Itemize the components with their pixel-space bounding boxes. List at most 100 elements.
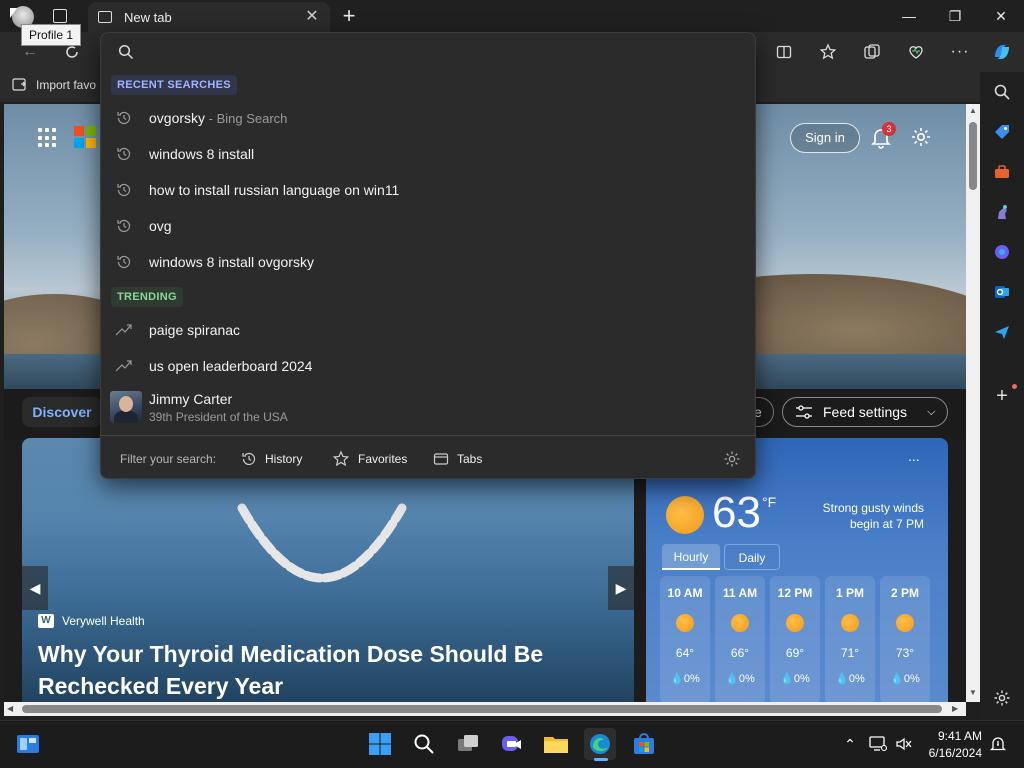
sidebar-search-icon[interactable]: [990, 80, 1014, 104]
suggestion-text: how to install russian language on win11: [149, 182, 400, 198]
horizontal-scrollbar[interactable]: ◀ ▶: [4, 702, 966, 716]
entity-name: Jimmy Carter: [149, 391, 233, 407]
browser-essentials-icon[interactable]: [902, 38, 930, 66]
trending-arrow-icon: [115, 357, 133, 375]
notification-center-bell-icon[interactable]: [986, 728, 1010, 760]
sunny-icon: [731, 614, 749, 632]
filter-favorites-button[interactable]: Favorites: [332, 449, 407, 469]
history-clock-icon: [115, 181, 133, 199]
weather-alert[interactable]: Strong gusty winds begin at 7 PM: [794, 500, 924, 532]
sidebar-settings-gear-icon[interactable]: [990, 686, 1014, 710]
address-bar-dropdown: RECENT SEARCHES ovgorsky - Bing Search w…: [100, 32, 756, 479]
sliders-icon: [796, 405, 812, 419]
clock-date[interactable]: 6/16/2024: [916, 746, 982, 760]
tab-actions-icon[interactable]: [53, 9, 67, 23]
hourly-forecast-item[interactable]: 1 PM 71° 💧0%: [825, 576, 875, 702]
trending-header: TRENDING: [111, 287, 183, 307]
import-icon: [12, 78, 26, 91]
carousel-prev-arrow[interactable]: ◀: [22, 566, 48, 610]
news-headline[interactable]: Why Your Thyroid Medication Dose Should …: [38, 638, 598, 702]
horizontal-scroll-thumb[interactable]: [22, 705, 942, 713]
feed-settings-label: Feed settings: [823, 404, 908, 420]
mouse-cursor-icon: [10, 8, 17, 18]
split-screen-icon[interactable]: [770, 38, 798, 66]
tab-close-button[interactable]: ✕: [302, 7, 322, 27]
trending-item[interactable]: paige spiranac: [101, 312, 755, 348]
hour-rain-chance: 💧0%: [670, 673, 700, 685]
suggestion-item[interactable]: how to install russian language on win11: [101, 172, 755, 208]
filter-tabs-button[interactable]: Tabs: [433, 449, 482, 469]
weather-more-options[interactable]: ...: [908, 448, 920, 464]
new-tab-button[interactable]: +: [338, 2, 360, 30]
outlook-icon[interactable]: [990, 280, 1014, 304]
games-chess-icon[interactable]: [990, 200, 1014, 224]
scroll-up-arrow[interactable]: ▲: [969, 106, 977, 115]
news-source[interactable]: W Verywell Health: [38, 614, 145, 628]
suggestion-source: - Bing Search: [205, 111, 288, 126]
clock-time[interactable]: 9:41 AM: [932, 729, 982, 743]
taskbar-search-icon[interactable]: [408, 728, 440, 760]
scroll-left-arrow[interactable]: ◀: [7, 704, 13, 713]
feed-settings-button[interactable]: Feed settings ⌵: [782, 397, 948, 427]
shopping-tag-icon[interactable]: [990, 120, 1014, 144]
suggestion-item[interactable]: ovg: [101, 208, 755, 244]
minimize-button[interactable]: —: [886, 0, 932, 32]
widgets-icon[interactable]: [12, 728, 44, 760]
tools-briefcase-icon[interactable]: [990, 160, 1014, 184]
sunny-icon: [896, 614, 914, 632]
file-explorer-icon[interactable]: [540, 728, 572, 760]
edge-browser-icon[interactable]: [584, 728, 616, 760]
page-settings-gear-icon[interactable]: [910, 126, 932, 148]
show-hidden-icons-chevron-icon[interactable]: ⌃: [838, 728, 862, 760]
tab-new-tab[interactable]: New tab ✕: [88, 2, 330, 32]
vertical-scrollbar[interactable]: ▲ ▼: [966, 104, 980, 702]
volume-muted-icon[interactable]: [892, 728, 916, 760]
close-window-button[interactable]: ✕: [978, 0, 1024, 32]
filter-history-button[interactable]: History: [241, 449, 302, 469]
scroll-right-arrow[interactable]: ▶: [952, 704, 958, 713]
favorites-star-icon[interactable]: [814, 38, 842, 66]
suggestion-text: windows 8 install: [149, 146, 255, 162]
carousel-next-arrow[interactable]: ▶: [608, 566, 634, 610]
copilot-icon[interactable]: [988, 38, 1016, 66]
hour-temp: 64°: [675, 646, 695, 660]
temperature-unit: °F: [762, 494, 777, 510]
network-display-icon[interactable]: [866, 728, 890, 760]
suggestion-item[interactable]: windows 8 install: [101, 136, 755, 172]
task-view-icon[interactable]: [452, 728, 484, 760]
hourly-forecast-item[interactable]: 2 PM 73° 💧0%: [880, 576, 930, 702]
entity-thumbnail-image: [110, 391, 142, 423]
import-favorites-label: Import favo: [36, 78, 97, 92]
tab-discover[interactable]: Discover: [22, 397, 102, 427]
sign-in-button[interactable]: Sign in: [790, 123, 860, 153]
copilot-app-icon[interactable]: [990, 240, 1014, 264]
tab-daily[interactable]: Daily: [724, 544, 780, 570]
vertical-scroll-thumb[interactable]: [969, 122, 977, 190]
profile-tooltip: Profile 1: [21, 24, 81, 46]
hourly-forecast-item[interactable]: 12 PM 69° 💧0%: [770, 576, 820, 702]
trending-item[interactable]: us open leaderboard 2024: [101, 348, 755, 384]
start-windows-icon[interactable]: [364, 728, 396, 760]
history-clock-icon: [115, 217, 133, 235]
hourly-forecast-item[interactable]: 10 AM 64° 💧0%: [660, 576, 710, 702]
more-options-icon[interactable]: ···: [946, 38, 974, 66]
add-sidebar-app-icon[interactable]: +: [990, 384, 1014, 408]
address-bar-input[interactable]: [145, 41, 725, 63]
microsoft-logo-icon[interactable]: [74, 126, 96, 148]
scroll-down-arrow[interactable]: ▼: [969, 688, 977, 697]
hour-rain-chance: 💧0%: [725, 673, 755, 685]
collections-icon[interactable]: [858, 38, 886, 66]
filter-favorites-label: Favorites: [358, 452, 408, 466]
suggestion-text: windows 8 install ovgorsky: [149, 254, 314, 270]
chat-meet-icon[interactable]: [496, 728, 528, 760]
suggestion-item[interactable]: windows 8 install ovgorsky: [101, 244, 755, 280]
microsoft-store-icon[interactable]: [628, 728, 660, 760]
hourly-forecast-item[interactable]: 11 AM 66° 💧0%: [715, 576, 765, 702]
maximize-button[interactable]: ❐: [932, 0, 978, 32]
search-settings-gear-icon[interactable]: [723, 450, 741, 468]
import-favorites-link[interactable]: Import favo: [12, 78, 96, 92]
suggestion-item[interactable]: ovgorsky - Bing Search: [101, 100, 755, 136]
drop-send-icon[interactable]: [990, 320, 1014, 344]
tab-hourly[interactable]: Hourly: [662, 544, 720, 570]
apps-launcher-icon[interactable]: [38, 128, 58, 148]
